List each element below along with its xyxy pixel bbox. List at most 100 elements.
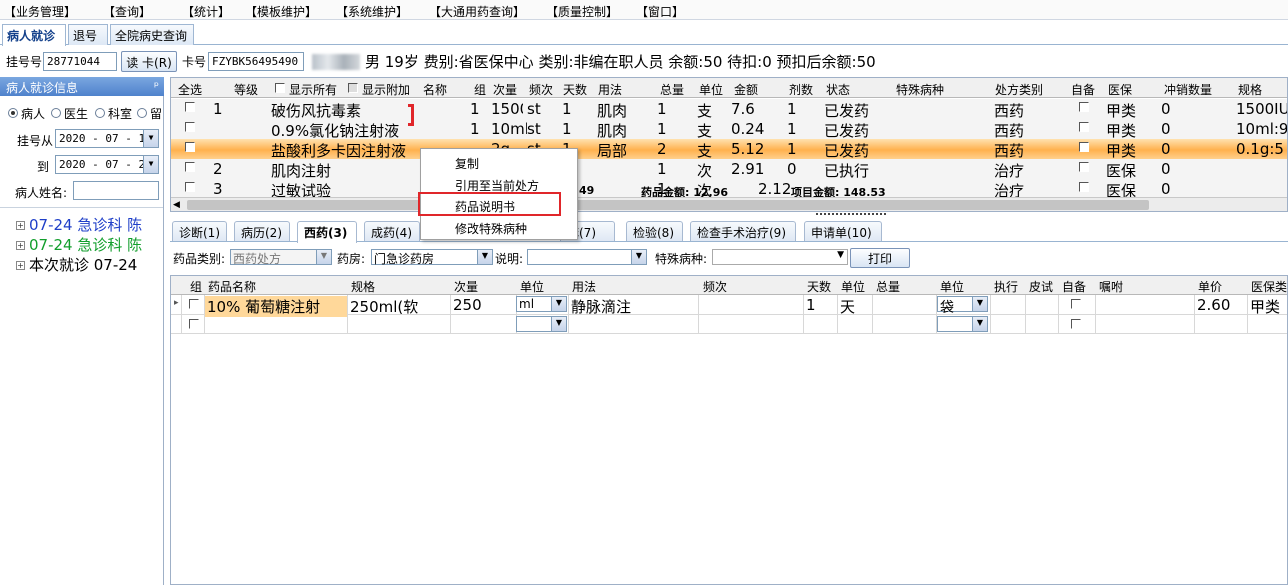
tab-lab-test[interactable]: 检验(8)	[626, 221, 683, 241]
dropdown-arrow-icon[interactable]: ▼	[972, 317, 987, 331]
dropdown-arrow-icon[interactable]: ▼	[551, 317, 566, 331]
row-pointer-icon: ▸	[174, 298, 179, 308]
expand-icon[interactable]: +	[16, 241, 25, 250]
menu-statistics[interactable]: 【统计】	[182, 3, 230, 20]
tab-western-medicine[interactable]: 西药(3)	[297, 221, 357, 243]
menu-window[interactable]: 【窗口】	[636, 3, 684, 20]
col-usage: 用法	[598, 83, 623, 97]
expand-icon[interactable]: +	[16, 221, 25, 230]
tab-patent-medicine[interactable]: 成药(4)	[364, 221, 420, 241]
tab-diagnosis[interactable]: 诊断(1)	[172, 221, 227, 241]
table-row[interactable]: 1 破伤风抗毒素 1 1500 st 1 肌肉 1 支 7.6 1 已发药 西药…	[171, 99, 1287, 120]
row-checkbox[interactable]	[185, 122, 195, 132]
note-select[interactable]: ▼	[527, 249, 647, 265]
pack-unit-select[interactable]: 袋 ▼	[937, 296, 988, 316]
radio-stay[interactable]	[137, 108, 147, 118]
cell-usage[interactable]: 静脉滴注	[571, 296, 631, 317]
pack-unit-select[interactable]: ▼	[937, 316, 988, 332]
special-disease-select[interactable]: ▼	[712, 249, 848, 265]
self-provided-checkbox[interactable]	[1071, 299, 1081, 309]
menu-edit-special-disease[interactable]: 修改特殊病种	[455, 220, 527, 237]
date-from-value: 2020 - 07 - 17	[59, 132, 152, 145]
tab-patient-visit[interactable]: 病人就诊	[2, 24, 66, 46]
cell-frequency: st	[527, 100, 541, 118]
tree-item[interactable]: + 本次就诊 07-24	[16, 254, 137, 275]
row-checkbox[interactable]	[185, 102, 195, 112]
menu-drug-instructions[interactable]: 药品说明书	[455, 198, 515, 215]
self-provided-checkbox[interactable]	[1079, 122, 1089, 132]
table-row[interactable]: 0.9%氯化钠注射液 1 10ml st 1 肌肉 1 支 0.24 1 已发药…	[171, 119, 1287, 140]
col-select-all[interactable]: 全选	[178, 81, 202, 98]
menu-copy[interactable]: 复制	[455, 155, 479, 172]
menu-template[interactable]: 【模板维护】	[245, 3, 317, 20]
cell-day-unit: 天	[840, 298, 856, 316]
show-extra-checkbox[interactable]	[348, 83, 358, 93]
row-checkbox[interactable]	[185, 142, 195, 152]
self-provided-checkbox[interactable]	[1071, 319, 1081, 329]
cell-drug-name[interactable]: 10% 葡萄糖注射	[205, 296, 347, 317]
tab-cancel-registration[interactable]: 退号	[68, 24, 108, 45]
cell-dose[interactable]: 250	[453, 296, 482, 314]
row-checkbox[interactable]	[185, 182, 195, 192]
self-provided-checkbox[interactable]	[1079, 182, 1089, 192]
show-extra-label: 显示附加	[362, 83, 411, 97]
menu-query[interactable]: 【查询】	[103, 3, 151, 20]
cell-writeoff: 0	[1161, 140, 1171, 158]
tab-hospital-history[interactable]: 全院病史查询	[110, 24, 194, 45]
tab-exam-surgery[interactable]: 检查手术治疗(9)	[690, 221, 796, 241]
dropdown-arrow-icon[interactable]: ▼	[143, 156, 158, 173]
dropdown-arrow-icon[interactable]: ▼	[972, 297, 987, 311]
patient-name-input[interactable]	[73, 181, 159, 200]
drug-type-select[interactable]: 西药处方 ▼	[230, 249, 332, 266]
table-row[interactable]: 2 肌肉注射 1 次 2.91 0 已执行 治疗 医保 0	[171, 159, 1287, 180]
group-checkbox[interactable]	[189, 319, 199, 329]
self-provided-checkbox[interactable]	[1079, 142, 1089, 152]
dropdown-arrow-icon[interactable]: ▼	[143, 130, 158, 147]
tree-item[interactable]: +07-24 急诊科 陈	[16, 234, 142, 255]
table-row[interactable]: ▸ 10% 葡萄糖注射 250ml(软 250 ml ▼ 静脉滴注 1 天 袋 …	[171, 295, 1287, 317]
tab-medical-record[interactable]: 病历(2)	[234, 221, 290, 241]
expand-icon[interactable]: +	[16, 261, 25, 270]
group-checkbox[interactable]	[189, 299, 199, 309]
dropdown-arrow-icon[interactable]: ▼	[551, 297, 566, 311]
row-checkbox[interactable]	[185, 162, 195, 172]
col-unit-price: 单价	[1198, 280, 1223, 294]
radio-patient[interactable]	[8, 108, 18, 118]
date-from-picker[interactable]: 2020 - 07 - 17 ▼	[55, 129, 159, 148]
radio-department[interactable]	[95, 108, 105, 118]
dose-unit-select[interactable]: ml ▼	[516, 296, 567, 312]
date-to-picker[interactable]: 2020 - 07 - 24 ▼	[55, 155, 159, 174]
col-instruction: 嘱咐	[1099, 280, 1124, 294]
horizontal-scrollbar[interactable]: ◀	[171, 197, 1287, 211]
scrollbar-thumb[interactable]	[187, 200, 1149, 210]
dose-unit-select[interactable]: ▼	[516, 316, 567, 332]
menu-drug-query[interactable]: 【大通用药查询】	[429, 3, 525, 20]
read-card-button[interactable]: 读 卡(R)	[121, 51, 177, 72]
dropdown-arrow-icon[interactable]: ▼	[631, 250, 646, 264]
table-row[interactable]: 3 过敏试验 1 次 2.12 治疗 医保 0	[171, 179, 1287, 197]
cell-days[interactable]: 1	[806, 296, 816, 314]
show-all-checkbox[interactable]	[275, 83, 285, 93]
cell-unit: 支	[697, 142, 713, 160]
card-no-input[interactable]: FZYBK56495490	[208, 52, 304, 71]
radio-doctor[interactable]	[51, 108, 61, 118]
self-provided-checkbox[interactable]	[1079, 162, 1089, 172]
scroll-left-icon[interactable]: ◀	[173, 200, 180, 210]
splitter-grip[interactable]	[816, 213, 886, 219]
table-row-empty[interactable]: ▼ ▼	[171, 315, 1287, 334]
menu-business[interactable]: 【业务管理】	[4, 3, 76, 20]
cell-amount: 0.24	[731, 120, 765, 138]
menu-quality[interactable]: 【质量控制】	[546, 3, 618, 20]
print-button[interactable]: 打印	[850, 248, 910, 268]
pharmacy-select[interactable]: 门急诊药房 ▼	[371, 249, 493, 266]
table-row-selected[interactable]: 盐酸利多卡因注射液 2g st 1 局部 2 支 5.12 1 已发药 西药 甲…	[171, 139, 1287, 160]
tree-item[interactable]: +07-24 急诊科 陈	[16, 214, 142, 235]
dropdown-arrow-icon[interactable]: ▼	[316, 250, 331, 264]
self-provided-checkbox[interactable]	[1079, 102, 1089, 112]
tab-application-form[interactable]: 申请单(10)	[804, 221, 882, 241]
reg-no-input[interactable]: 28771044	[43, 52, 117, 71]
menu-system[interactable]: 【系统维护】	[336, 3, 408, 20]
pin-icon[interactable]: ᵖ	[154, 79, 159, 93]
dropdown-arrow-icon[interactable]: ▼	[477, 250, 492, 264]
dropdown-arrow-icon[interactable]: ▼	[837, 250, 844, 260]
